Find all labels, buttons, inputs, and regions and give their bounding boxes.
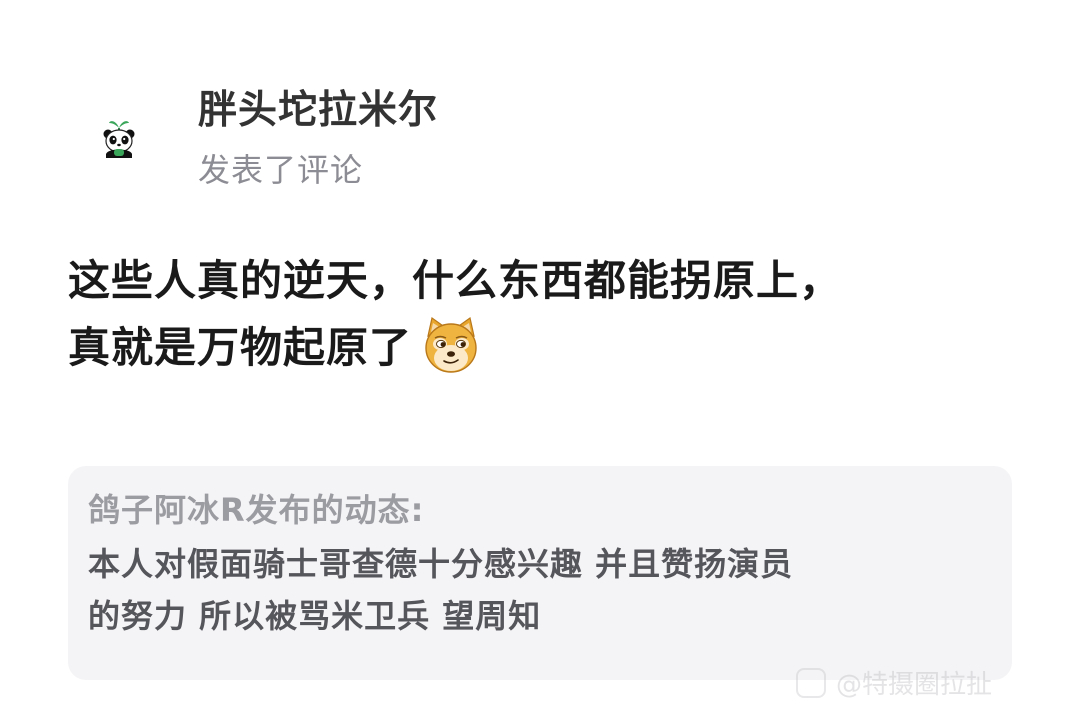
avatar[interactable] <box>96 114 142 160</box>
watermark: @特摄圈拉扯 <box>796 664 992 701</box>
comment-text: 这些人真的逆天，什么东西都能拐原上， 真就是万物起原了 <box>68 248 1028 381</box>
watermark-logo-icon <box>796 667 826 698</box>
comment-line-2: 真就是万物起原了 <box>68 314 1028 381</box>
quoted-post-body: 本人对假面骑士哥查德十分感兴趣 并且赞扬演员 的努力 所以被骂米卫兵 望周知 <box>88 538 988 642</box>
quoted-post-line-1: 本人对假面骑士哥查德十分感兴趣 并且赞扬演员 <box>88 545 794 583</box>
watermark-text: @特摄圈拉扯 <box>836 670 993 700</box>
quoted-post-card[interactable]: 鸽子阿冰R发布的动态: 本人对假面骑士哥查德十分感兴趣 并且赞扬演员 的努力 所… <box>68 466 1012 680</box>
panda-avatar-icon <box>103 121 135 158</box>
author-name[interactable]: 胖头坨拉米尔 <box>198 88 438 134</box>
doge-emoji-icon <box>420 314 482 376</box>
quoted-post-line-2: 的努力 所以被骂米卫兵 望周知 <box>88 597 542 635</box>
comment-header: 胖头坨拉米尔 发表了评论 <box>96 88 438 190</box>
comment-line-2-text: 真就是万物起原了 <box>68 323 413 372</box>
author-action: 发表了评论 <box>198 151 364 189</box>
comment-line-1: 这些人真的逆天，什么东西都能拐原上， <box>68 256 843 305</box>
author-block: 胖头坨拉米尔 发表了评论 <box>198 88 438 190</box>
quoted-post-source[interactable]: 鸽子阿冰R发布的动态: <box>88 488 992 532</box>
